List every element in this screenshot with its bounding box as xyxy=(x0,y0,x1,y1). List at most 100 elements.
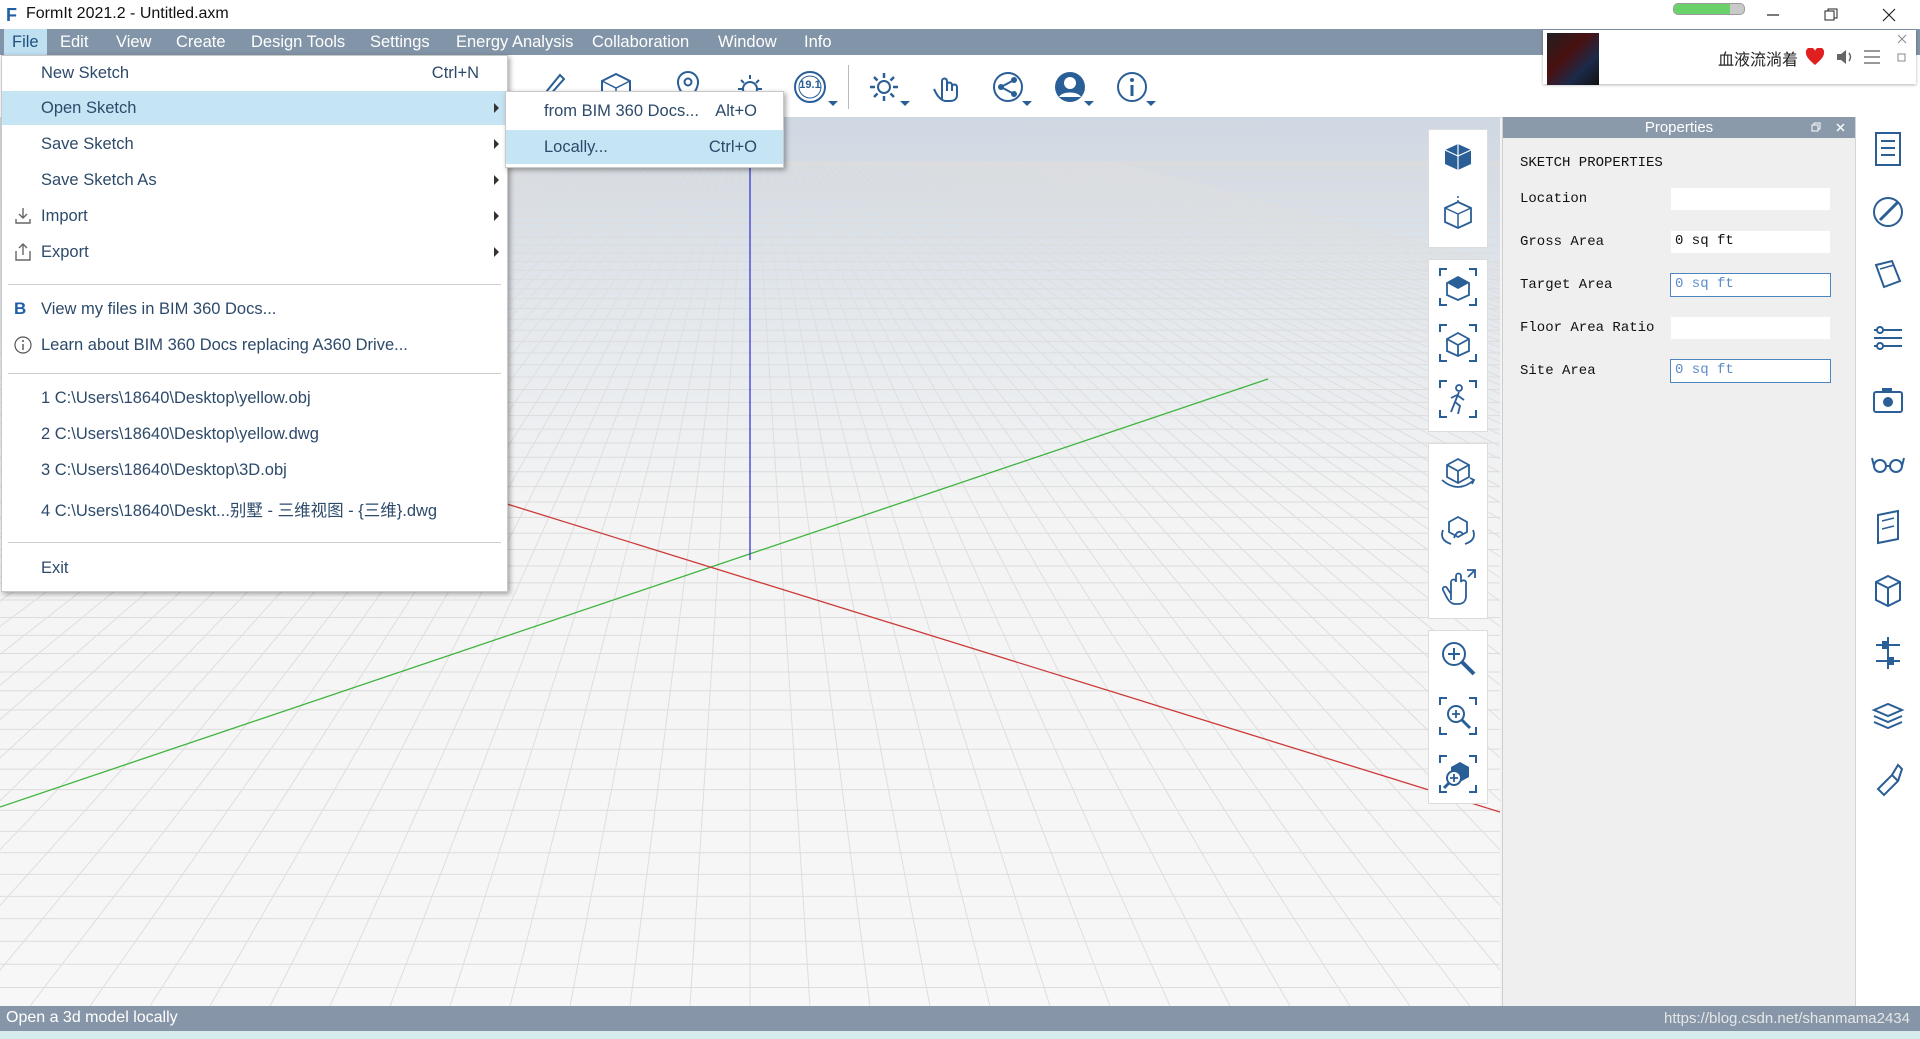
menu-edit[interactable]: Edit xyxy=(52,29,96,55)
prop-input-floor-area-ratio xyxy=(1670,316,1831,340)
prop-input-site-area[interactable]: 0 sq ft xyxy=(1670,359,1831,383)
heart-icon[interactable] xyxy=(1805,48,1825,66)
recent-file-item[interactable]: 4 C:\Users\18640\Deskt...别墅 - 三维视图 - {三维… xyxy=(2,489,507,523)
stack-icon[interactable] xyxy=(1868,696,1908,736)
view-tools-group-2 xyxy=(1429,260,1487,431)
view-tools-group-3 xyxy=(1429,444,1487,618)
restore-icon[interactable] xyxy=(1897,52,1907,62)
settings-gear-icon[interactable] xyxy=(864,67,904,107)
prop-input-target-area[interactable]: 0 sq ft xyxy=(1670,273,1831,297)
recent-file-item[interactable]: 3 C:\Users\18640\Desktop\3D.obj xyxy=(2,453,507,487)
watermark-text: https://blog.csdn.net/shanmama2434 xyxy=(1664,1010,1910,1027)
submenu-item-shortcut: Alt+O xyxy=(715,102,757,120)
menu-item-label: Save Sketch xyxy=(41,135,134,153)
submenu-item-from-bim-360-docs[interactable]: from BIM 360 Docs... Alt+O xyxy=(506,94,783,128)
menu-settings[interactable]: Settings xyxy=(362,29,438,55)
visual-styles-icon[interactable] xyxy=(1868,444,1908,484)
minimize-button[interactable] xyxy=(1744,0,1802,29)
menu-item-learn-bim360[interactable]: Learn about BIM 360 Docs replacing A360 … xyxy=(2,328,507,362)
levels-icon[interactable] xyxy=(1868,318,1908,358)
submenu-item-locally[interactable]: Locally... Ctrl+O xyxy=(506,130,783,164)
file-menu: New Sketch Ctrl+N Open Sketch Save Sketch Sa… xyxy=(1,55,508,592)
prop-label-location: Location xyxy=(1520,191,1588,207)
menu-item-open-sketch[interactable]: Open Sketch xyxy=(2,91,507,125)
open-sketch-submenu: from BIM 360 Docs... Alt+O Locally... Ctrl+… xyxy=(505,91,784,168)
properties-panel-icon[interactable] xyxy=(1868,129,1908,169)
properties-panel: Properties SKETCH PROPERTIES Location Gro… xyxy=(1502,117,1855,1006)
right-sidebar xyxy=(1855,117,1920,1006)
restore-icon xyxy=(1824,8,1838,20)
menu-view[interactable]: View xyxy=(108,29,159,55)
menu-create[interactable]: Create xyxy=(168,29,234,55)
recent-file-label: 1 C:\Users\18640\Desktop\yellow.obj xyxy=(41,389,311,407)
materials-icon[interactable] xyxy=(1868,192,1908,232)
zoom-selection-icon[interactable] xyxy=(1437,753,1479,795)
zoom-extents-icon[interactable] xyxy=(1437,266,1479,308)
recent-file-label: 2 C:\Users\18640\Desktop\yellow.dwg xyxy=(41,425,319,443)
menu-energy-analysis[interactable]: Energy Analysis xyxy=(448,29,581,55)
menu-collaboration[interactable]: Collaboration xyxy=(584,29,697,55)
chevron-down-icon[interactable] xyxy=(900,101,910,107)
iso-view-icon[interactable] xyxy=(1437,322,1479,364)
menu-file[interactable]: File xyxy=(4,29,47,55)
menu-design-tools[interactable]: Design Tools xyxy=(243,29,353,55)
submenu-item-label: from BIM 360 Docs... xyxy=(544,102,699,120)
export-icon xyxy=(15,243,31,261)
menu-item-export[interactable]: Export xyxy=(2,235,507,269)
look-around-icon[interactable] xyxy=(1437,508,1479,550)
axes-view-icon[interactable] xyxy=(1437,194,1479,236)
chevron-down-icon[interactable] xyxy=(1146,101,1156,107)
orbit-icon[interactable] xyxy=(1437,450,1479,492)
zoom-in-icon[interactable] xyxy=(1437,637,1479,679)
submenu-arrow-icon xyxy=(494,139,499,149)
chevron-down-icon[interactable] xyxy=(1022,101,1032,107)
properties-title: Properties xyxy=(1644,119,1714,136)
menu-separator xyxy=(8,284,501,285)
layers-icon[interactable] xyxy=(1868,255,1908,295)
properties-header: Properties xyxy=(1503,117,1855,138)
menu-item-import[interactable]: Import xyxy=(2,199,507,233)
groups-icon[interactable] xyxy=(1868,507,1908,547)
menu-window[interactable]: Window xyxy=(710,29,785,55)
dock-icon[interactable] xyxy=(1811,122,1821,132)
prop-input-location xyxy=(1670,187,1831,211)
walk-icon[interactable] xyxy=(1437,378,1479,420)
scenes-icon[interactable] xyxy=(1868,381,1908,421)
album-cover[interactable] xyxy=(1547,33,1599,85)
title-progress-fill xyxy=(1674,4,1730,14)
chevron-down-icon[interactable] xyxy=(828,101,838,107)
playlist-icon[interactable] xyxy=(1863,48,1881,66)
components-icon[interactable] xyxy=(1868,570,1908,610)
volume-icon[interactable] xyxy=(1835,48,1855,66)
view-cube-icon[interactable] xyxy=(1437,136,1479,178)
zoom-window-icon[interactable] xyxy=(1437,695,1479,737)
menu-info[interactable]: Info xyxy=(796,29,840,55)
submenu-arrow-icon xyxy=(494,211,499,221)
prop-label-site-area: Site Area xyxy=(1520,363,1596,379)
menu-item-save-sketch-as[interactable]: Save Sketch As xyxy=(2,163,507,197)
paint-icon[interactable] xyxy=(1868,759,1908,799)
restore-button[interactable] xyxy=(1802,0,1860,29)
menu-item-new-sketch[interactable]: New Sketch Ctrl+N xyxy=(2,56,507,90)
recent-file-item[interactable]: 1 C:\Users\18640\Desktop\yellow.obj xyxy=(2,381,507,415)
close-button[interactable] xyxy=(1860,0,1918,29)
pan-icon[interactable] xyxy=(1437,566,1479,608)
import-icon xyxy=(15,208,31,224)
structure-icon[interactable] xyxy=(1868,633,1908,673)
version-badge[interactable]: 19.1 xyxy=(792,69,828,105)
view-tools-group-4 xyxy=(1429,631,1487,803)
chevron-down-icon[interactable] xyxy=(1084,101,1094,107)
menu-item-label: Open Sketch xyxy=(41,99,137,117)
menu-item-save-sketch[interactable]: Save Sketch xyxy=(2,127,507,161)
menu-item-exit[interactable]: Exit xyxy=(2,551,507,585)
menu-item-view-bim360-files[interactable]: B View my files in BIM 360 Docs... xyxy=(2,292,507,326)
close-icon[interactable] xyxy=(1836,123,1845,132)
recent-file-item[interactable]: 2 C:\Users\18640\Desktop\yellow.dwg xyxy=(2,417,507,451)
close-icon[interactable] xyxy=(1897,34,1907,44)
touch-icon[interactable] xyxy=(926,67,966,107)
prop-label-target-area: Target Area xyxy=(1520,277,1613,293)
recent-file-label: 3 C:\Users\18640\Desktop\3D.obj xyxy=(41,461,287,479)
close-icon xyxy=(1882,8,1896,21)
menu-item-label: Export xyxy=(41,243,89,261)
menu-item-shortcut: Ctrl+N xyxy=(431,64,479,82)
